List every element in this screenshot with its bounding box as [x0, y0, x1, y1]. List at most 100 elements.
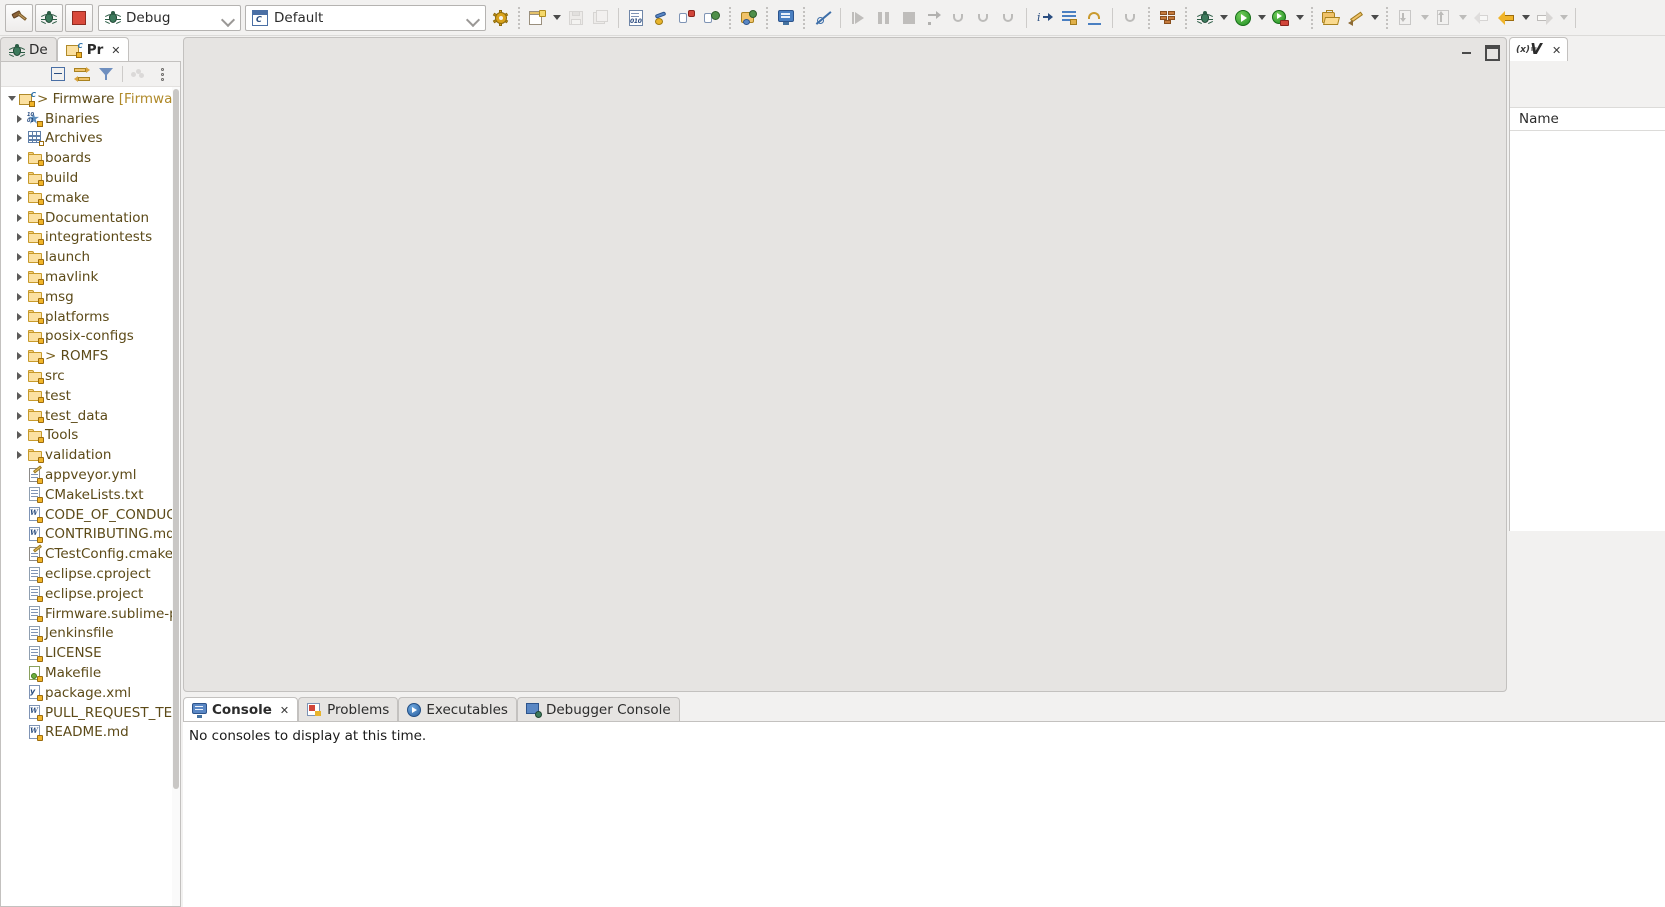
stop-button[interactable]: [65, 3, 93, 32]
back-dropdown-arrow[interactable]: [1519, 5, 1532, 31]
tree-item[interactable]: eclipse.cproject: [1, 564, 172, 584]
tree-item[interactable]: y package.xml: [1, 683, 172, 703]
tab-debug-view[interactable]: De: [0, 37, 57, 62]
collapse-all-button[interactable]: [47, 64, 69, 85]
twisty-icon[interactable]: [13, 174, 26, 182]
tree-item[interactable]: W README.md: [1, 723, 172, 743]
tree-item[interactable]: src: [1, 366, 172, 386]
twisty-icon[interactable]: [13, 253, 26, 261]
twisty-icon[interactable]: [13, 392, 26, 400]
external-tools-button[interactable]: [1268, 5, 1293, 31]
tree-item[interactable]: appveyor.yml: [1, 465, 172, 485]
twisty-icon[interactable]: [13, 115, 26, 123]
external-tools-dropdown-arrow[interactable]: [1293, 5, 1306, 31]
tree-item[interactable]: W CONTRIBUTING.md: [1, 525, 172, 545]
tab-console[interactable]: Console ✕: [183, 697, 299, 722]
more-button[interactable]: [128, 64, 150, 85]
close-icon[interactable]: ✕: [1552, 44, 1561, 57]
new-button[interactable]: [525, 5, 550, 31]
save-all-button[interactable]: [588, 5, 613, 31]
debug-button[interactable]: [35, 3, 63, 32]
tree-item[interactable]: integrationtests: [1, 228, 172, 248]
twisty-icon[interactable]: [13, 214, 26, 222]
build-button[interactable]: [5, 3, 33, 32]
manage-configs-button[interactable]: [699, 5, 724, 31]
tree-item[interactable]: eclipse.project: [1, 584, 172, 604]
tree-item[interactable]: WCODE_OF_CONDUCT.m: [1, 505, 172, 525]
tree-item[interactable]: Jenkinsfile: [1, 624, 172, 644]
tree-item[interactable]: validation: [1, 445, 172, 465]
previous-annotation-dropdown-arrow[interactable]: [1456, 5, 1469, 31]
tree-item[interactable]: Documentation: [1, 208, 172, 228]
variables-list[interactable]: [1510, 131, 1665, 531]
open-hex-editor-button[interactable]: 010: [624, 5, 649, 31]
new-dropdown-arrow[interactable]: [550, 5, 563, 31]
run-dropdown-arrow[interactable]: [1255, 5, 1268, 31]
build-configurations-button[interactable]: [674, 5, 699, 31]
twisty-icon[interactable]: [13, 332, 26, 340]
tree-item[interactable]: CTestConfig.cmake: [1, 544, 172, 564]
tree-item[interactable]: build: [1, 168, 172, 188]
tree-item[interactable]: mavlink: [1, 267, 172, 287]
tree-item[interactable]: platforms: [1, 307, 172, 327]
memory-view-button[interactable]: [1155, 5, 1180, 31]
close-icon[interactable]: ✕: [111, 44, 120, 57]
instruction-stepping-button[interactable]: i: [1032, 5, 1057, 31]
tab-project-explorer[interactable]: C Pr ✕: [56, 37, 130, 62]
tree-item[interactable]: > ROMFS: [1, 346, 172, 366]
twisty-icon[interactable]: [13, 451, 26, 459]
save-button[interactable]: [563, 5, 588, 31]
project-tree[interactable]: C> Firmware [Firmware sq1001BinariesArch…: [1, 87, 172, 906]
launch-mode-combo[interactable]: Debug: [98, 4, 241, 31]
forward-dropdown-arrow[interactable]: [1557, 5, 1570, 31]
twisty-icon[interactable]: [5, 96, 18, 101]
launch-config-combo[interactable]: C Default: [245, 4, 486, 31]
open-element-button[interactable]: [736, 5, 761, 31]
tree-item[interactable]: test_data: [1, 406, 172, 426]
tree-item[interactable]: cmake: [1, 188, 172, 208]
back-button[interactable]: [1494, 5, 1519, 31]
tree-item[interactable]: Makefile: [1, 663, 172, 683]
chevron-down-icon[interactable]: [465, 10, 481, 26]
tree-item[interactable]: C> Firmware [Firmware sq: [1, 89, 172, 109]
skip-breakpoints-button[interactable]: [810, 5, 835, 31]
twisty-icon[interactable]: [13, 412, 26, 420]
manage-configurations-button[interactable]: [488, 5, 513, 31]
twisty-icon[interactable]: [13, 352, 26, 360]
next-annotation-dropdown-arrow[interactable]: [1418, 5, 1431, 31]
twisty-icon[interactable]: [13, 134, 26, 142]
tree-item[interactable]: test: [1, 386, 172, 406]
twisty-icon[interactable]: [13, 313, 26, 321]
tree-item[interactable]: posix-configs: [1, 327, 172, 347]
tab-executables[interactable]: Executables: [398, 697, 517, 722]
twisty-icon[interactable]: [13, 431, 26, 439]
close-icon[interactable]: ✕: [280, 704, 289, 717]
twisty-icon[interactable]: [13, 233, 26, 241]
run-button[interactable]: [1230, 5, 1255, 31]
twisty-icon[interactable]: [13, 372, 26, 380]
debug-history-button[interactable]: [1192, 5, 1217, 31]
tree-item[interactable]: LICENSE: [1, 643, 172, 663]
open-console-button[interactable]: [773, 5, 798, 31]
twisty-icon[interactable]: [13, 273, 26, 281]
tab-problems[interactable]: Problems: [298, 697, 399, 722]
tree-item[interactable]: 10 01 Binaries: [1, 109, 172, 129]
chevron-down-icon[interactable]: [220, 10, 236, 26]
tree-item[interactable]: WPULL_REQUEST_TEMP: [1, 703, 172, 723]
twisty-icon[interactable]: [13, 194, 26, 202]
link-with-editor-button[interactable]: [71, 64, 93, 85]
tree-item[interactable]: boards: [1, 148, 172, 168]
open-resource-button[interactable]: [1318, 5, 1343, 31]
twisty-icon[interactable]: [13, 293, 26, 301]
toggle-source-button[interactable]: [1057, 5, 1082, 31]
tree-vertical-scrollbar[interactable]: [172, 87, 180, 906]
tree-item[interactable]: CMakeLists.txt: [1, 485, 172, 505]
annotate-dropdown-arrow[interactable]: [1368, 5, 1381, 31]
tab-variables[interactable]: (x)= V ✕: [1509, 37, 1569, 62]
tree-item[interactable]: launch: [1, 247, 172, 267]
tab-debugger-console[interactable]: Debugger Console: [516, 697, 680, 722]
view-menu-button[interactable]: [152, 64, 174, 85]
run-to-line-button[interactable]: [1082, 5, 1107, 31]
minimize-icon[interactable]: [1460, 43, 1474, 57]
tree-item[interactable]: Firmware.sublime-proj: [1, 604, 172, 624]
